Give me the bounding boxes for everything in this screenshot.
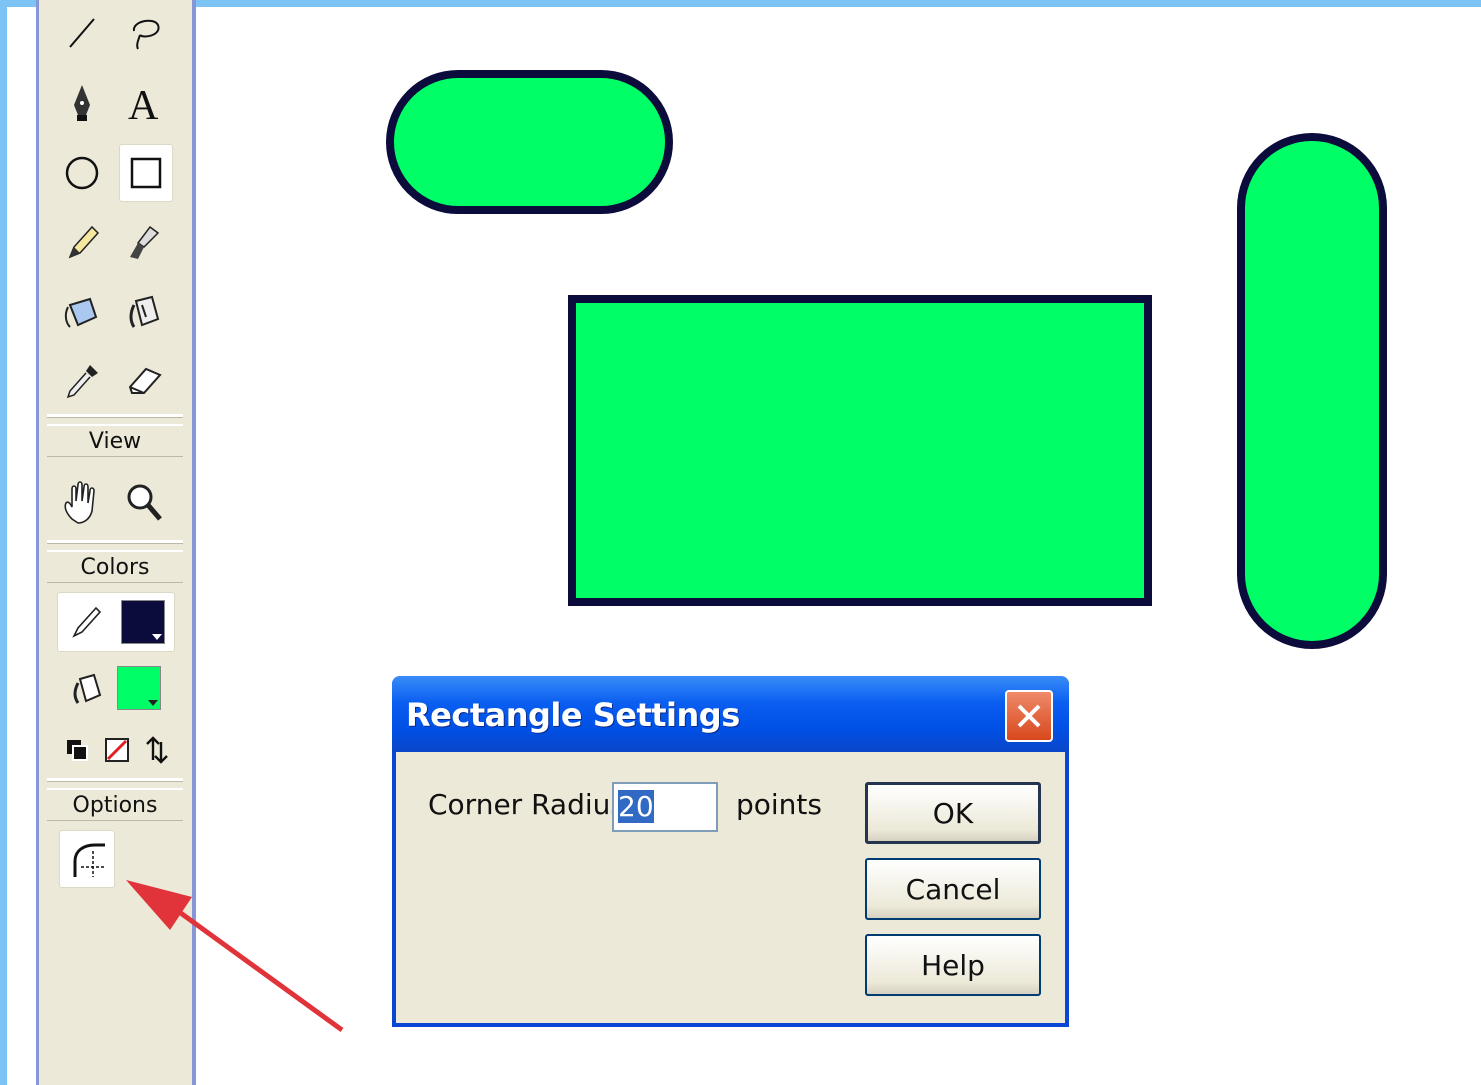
corner-radius-input[interactable]: 20 (612, 782, 718, 832)
close-button[interactable] (1005, 690, 1053, 742)
ok-button[interactable]: OK (865, 782, 1041, 844)
corner-radius-label: Corner Radius: (428, 788, 635, 821)
cancel-button[interactable]: Cancel (865, 858, 1041, 920)
rectangle-settings-dialog: Rectangle Settings Corner Radius: 20 poi… (392, 676, 1069, 1027)
dialog-title: Rectangle Settings (406, 696, 740, 734)
help-button[interactable]: Help (865, 934, 1041, 996)
close-icon (1017, 704, 1041, 728)
points-label: points (736, 788, 822, 821)
corner-radius-value: 20 (618, 790, 654, 823)
dialog-title-bar[interactable]: Rectangle Settings (392, 676, 1069, 752)
